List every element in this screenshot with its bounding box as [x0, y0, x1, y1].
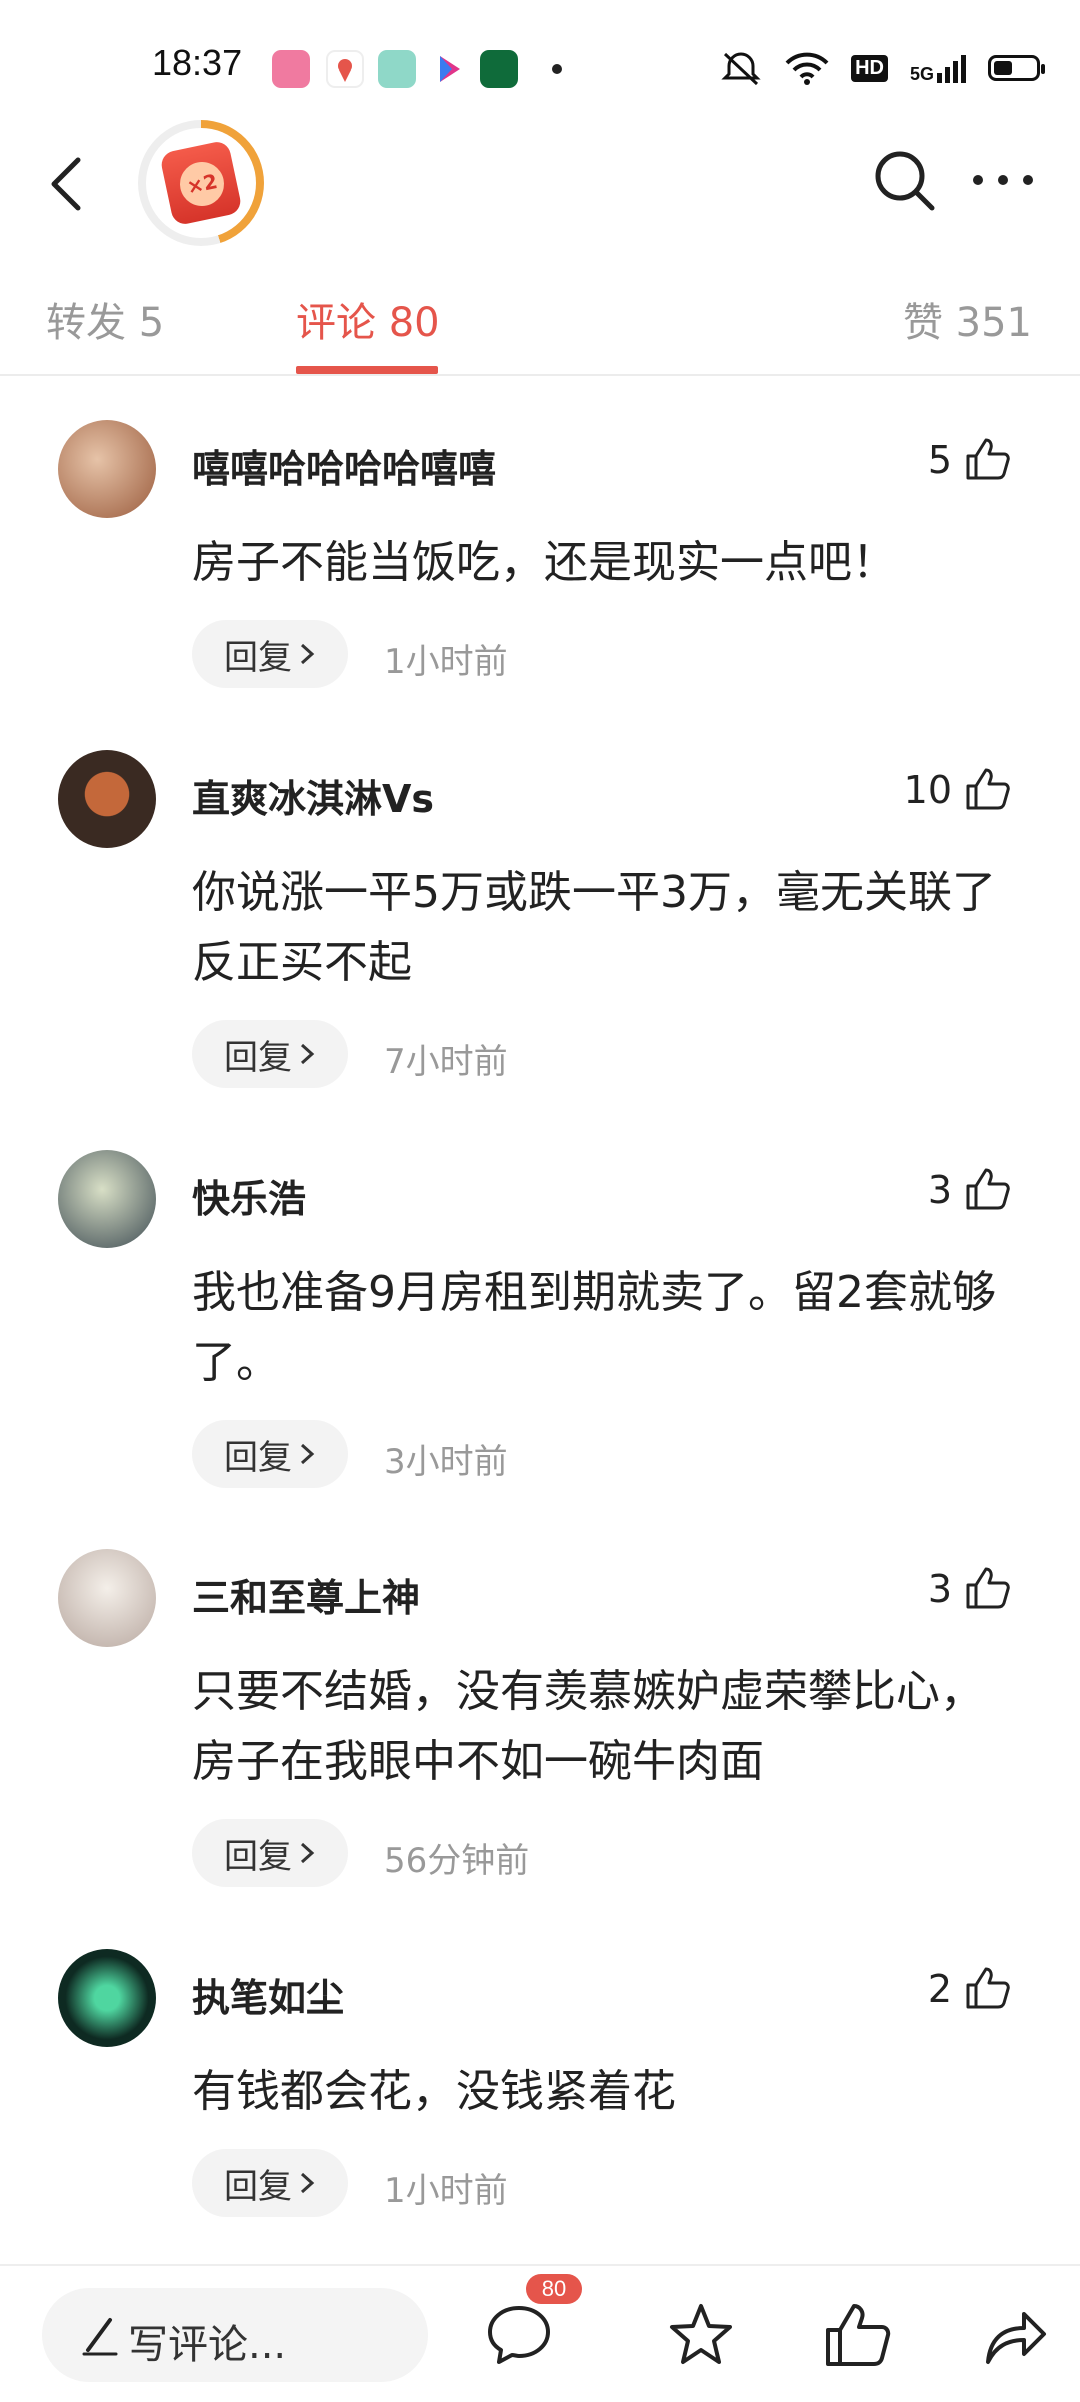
notification-dot — [552, 64, 562, 74]
comment-count-badge: 80 — [526, 2274, 582, 2304]
star-icon[interactable] — [666, 2300, 736, 2370]
pen-icon — [82, 2318, 118, 2356]
hd-badge: HD — [851, 54, 888, 82]
more-dots-icon — [973, 175, 1033, 185]
tab-comments[interactable]: 评论 80 — [296, 290, 440, 348]
thumbs-up-icon[interactable] — [822, 2300, 892, 2370]
comment-time: 56分钟前 — [384, 1841, 530, 1881]
map-app-icon — [326, 50, 364, 88]
comment-author[interactable]: 嘻嘻哈哈哈哈嘻嘻 — [192, 438, 496, 493]
status-time: 18:37 — [152, 42, 243, 83]
comment-time: 1小时前 — [384, 642, 508, 682]
avatar[interactable] — [58, 1949, 156, 2047]
reply-button[interactable]: 回复 — [192, 1819, 348, 1887]
more-button[interactable] — [968, 160, 1038, 200]
comment-text: 我也准备9月房租到期就卖了。留2套就够了。 — [192, 1267, 996, 1388]
reply-label: 回复 — [224, 2166, 292, 2207]
share-icon[interactable] — [980, 2300, 1050, 2370]
comment-text: 你说涨一平5万或跌一平3万，毫无关联了反正买不起 — [192, 867, 996, 988]
search-icon — [875, 151, 935, 211]
comment-text: 房子不能当饭吃，还是现实一点吧！ — [192, 537, 896, 588]
back-button[interactable] — [36, 148, 96, 220]
reply-button[interactable]: 回复 — [192, 620, 348, 688]
thumbs-up-icon[interactable] — [964, 1166, 1010, 1212]
thumbs-up-icon[interactable] — [964, 766, 1010, 812]
status-right-group: HD 5G — [719, 46, 1045, 90]
tab-reposts[interactable]: 转发 5 — [46, 290, 164, 348]
chevron-right-icon — [300, 643, 315, 665]
reward-badge[interactable]: ×2 — [138, 120, 264, 246]
video-app-icon — [430, 50, 468, 88]
avatar[interactable] — [58, 1549, 156, 1647]
search-button[interactable] — [868, 144, 940, 216]
like-count: 3 — [927, 1168, 952, 1212]
thumbs-up-icon[interactable] — [964, 1965, 1010, 2011]
avatar[interactable] — [58, 1150, 156, 1248]
reply-button[interactable]: 回复 — [192, 2149, 348, 2217]
write-comment-placeholder: 写评论... — [128, 2322, 287, 2368]
reply-label: 回复 — [224, 1037, 292, 1078]
avatar[interactable] — [58, 750, 156, 848]
comment-text: 有钱都会花，没钱紧着花 — [192, 2066, 676, 2117]
thumbs-up-icon[interactable] — [964, 436, 1010, 482]
comment-author[interactable]: 三和至尊上神 — [192, 1567, 420, 1622]
gallery-app-icon — [378, 50, 416, 88]
signal-icon: 5G — [910, 53, 966, 83]
reply-label: 回复 — [224, 1437, 292, 1478]
tab-likes[interactable]: 赞 351 — [903, 290, 1032, 348]
bottom-action-bar: 写评论... 80 — [0, 2264, 1080, 2402]
tab-bar: 转发 5 评论 80 赞 351 — [0, 250, 1080, 376]
oppo-app-icon — [480, 50, 518, 88]
wifi-icon — [785, 52, 829, 85]
mute-icon — [721, 52, 761, 86]
status-bar: 18:37 HD 5G — [0, 0, 1080, 120]
like-count: 2 — [927, 1967, 952, 2011]
active-tab-indicator — [296, 366, 438, 374]
chevron-right-icon — [300, 1842, 315, 1864]
reply-label: 回复 — [224, 1836, 292, 1877]
thumbs-up-icon[interactable] — [964, 1565, 1010, 1611]
reply-label: 回复 — [224, 637, 292, 678]
battery-icon — [988, 55, 1045, 81]
comment-author[interactable]: 执笔如尘 — [192, 1967, 344, 2022]
write-comment-input[interactable]: 写评论... — [42, 2288, 428, 2382]
top-header: ×2 — [0, 120, 1080, 250]
chevron-left-icon — [51, 157, 81, 211]
comment-author[interactable]: 直爽冰淇淋Vs — [192, 768, 434, 823]
like-count: 10 — [903, 768, 952, 812]
reply-button[interactable]: 回复 — [192, 1020, 348, 1088]
chevron-right-icon — [300, 1043, 315, 1065]
comment-bubble-icon[interactable] — [484, 2300, 554, 2370]
like-count: 5 — [927, 438, 952, 482]
comment-time: 1小时前 — [384, 2171, 508, 2211]
comment-author[interactable]: 快乐浩 — [192, 1168, 306, 1223]
comment-text: 只要不结婚，没有羡慕嫉妒虚荣攀比心，房子在我眼中不如一碗牛肉面 — [192, 1666, 984, 1787]
chevron-right-icon — [300, 2172, 315, 2194]
reply-button[interactable]: 回复 — [192, 1420, 348, 1488]
like-count: 3 — [927, 1567, 952, 1611]
avatar[interactable] — [58, 420, 156, 518]
chevron-right-icon — [300, 1443, 315, 1465]
comment-time: 7小时前 — [384, 1042, 508, 1082]
bilibili-app-icon — [272, 50, 310, 88]
comment-time: 3小时前 — [384, 1442, 508, 1482]
